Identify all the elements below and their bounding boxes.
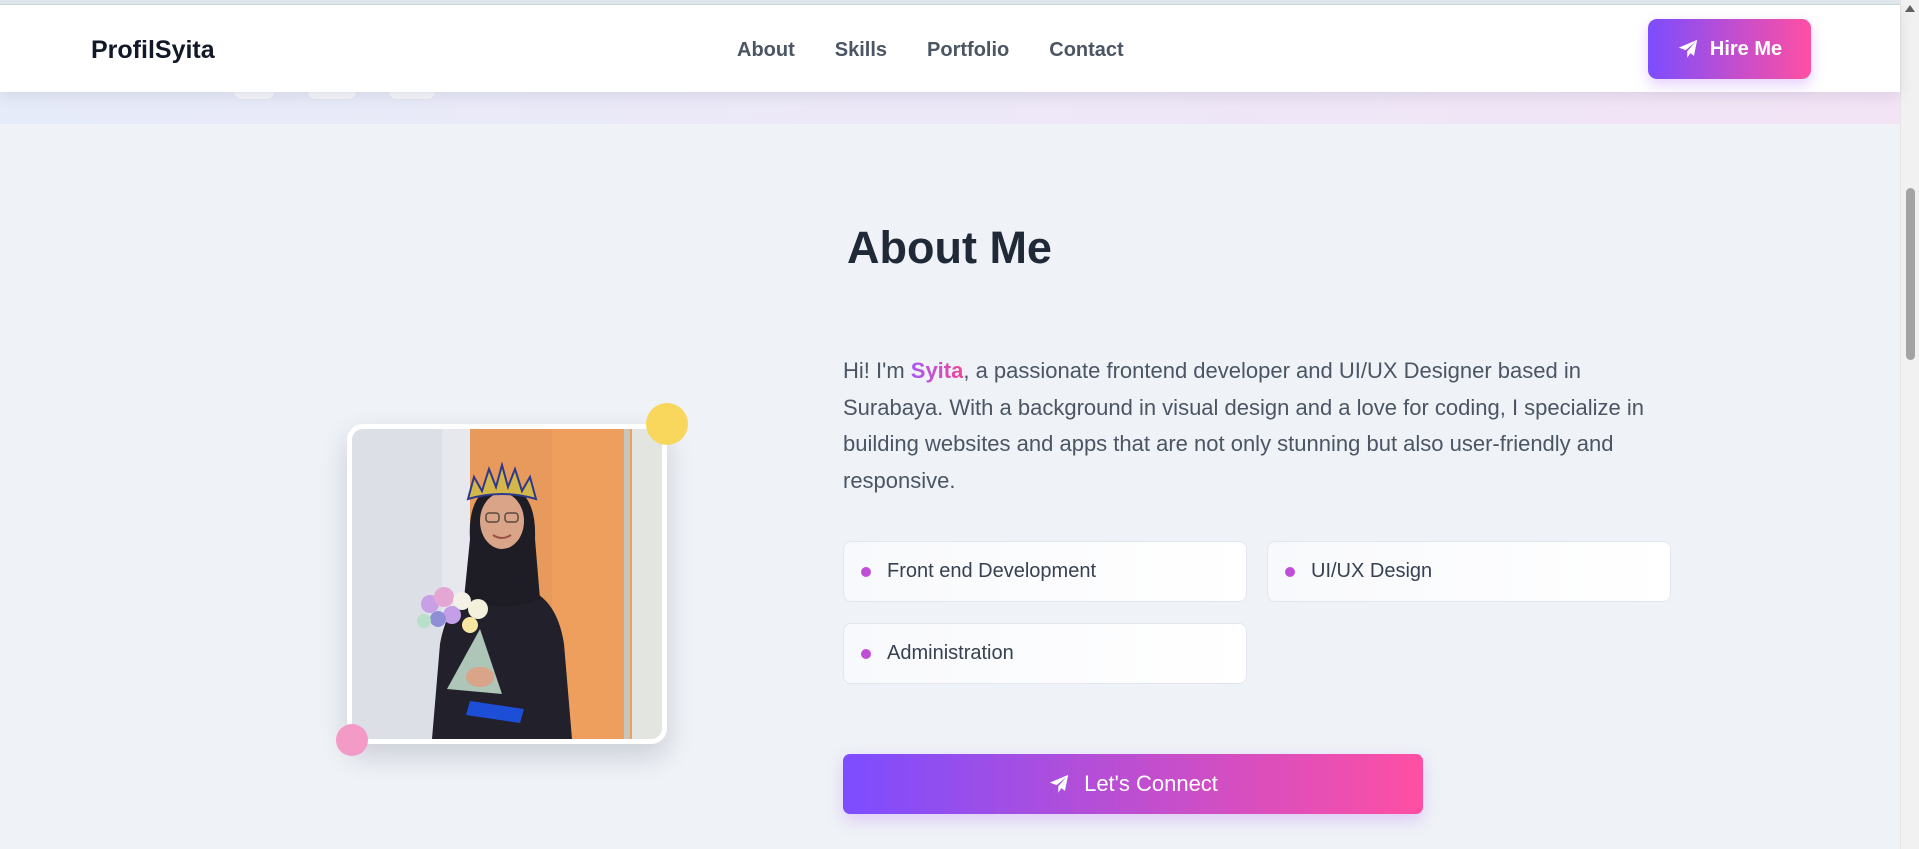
profile-photo [347,424,667,744]
page-scrollbar[interactable] [1900,0,1919,849]
navbar: ProfilSyita About Skills Portfolio Conta… [0,5,1900,92]
hire-me-button[interactable]: Hire Me [1648,19,1811,79]
decorative-pink-dot [336,724,368,756]
paper-plane-icon [1049,774,1069,793]
nav-link-skills[interactable]: Skills [835,39,887,62]
intro-suffix: , a passionate frontend developer and UI… [843,358,1645,493]
hire-me-label: Hire Me [1709,37,1783,60]
scroll-up-arrow-icon[interactable] [1905,5,1915,12]
nav-link-contact[interactable]: Contact [1049,39,1123,62]
about-title: About Me [847,222,1052,273]
bullet-dot-icon [1285,566,1295,577]
nav-link-portfolio[interactable]: Portfolio [927,39,1009,62]
skill-chip-label: UI/UX Design [1311,560,1433,582]
skill-chip: UI/UX Design [1267,541,1671,602]
browser-top-border [0,0,1900,5]
bullet-dot-icon [861,566,871,577]
skill-chip: Front end Development [843,541,1247,602]
highlighted-name: Syita [910,358,964,383]
profile-photo-illustration [352,429,662,739]
bullet-dot-icon [861,648,871,659]
scrollbar-thumb[interactable] [1906,188,1915,360]
skill-chip: Administration [843,623,1247,684]
lets-connect-button[interactable]: Let's Connect [843,754,1423,814]
decorative-yellow-dot [646,403,688,445]
intro-prefix: Hi! I'm [843,358,911,383]
lets-connect-label: Let's Connect [1084,771,1218,796]
nav-link-about[interactable]: About [737,39,795,62]
brand-logo[interactable]: ProfilSyita [91,36,215,65]
skill-chip-label: Front end Development [887,560,1097,582]
about-description: Hi! I'm Syita, a passionate frontend dev… [843,353,1683,499]
paper-plane-icon [1678,39,1698,58]
nav-links: About Skills Portfolio Contact [737,39,1124,62]
skill-chip-label: Administration [887,642,1014,664]
